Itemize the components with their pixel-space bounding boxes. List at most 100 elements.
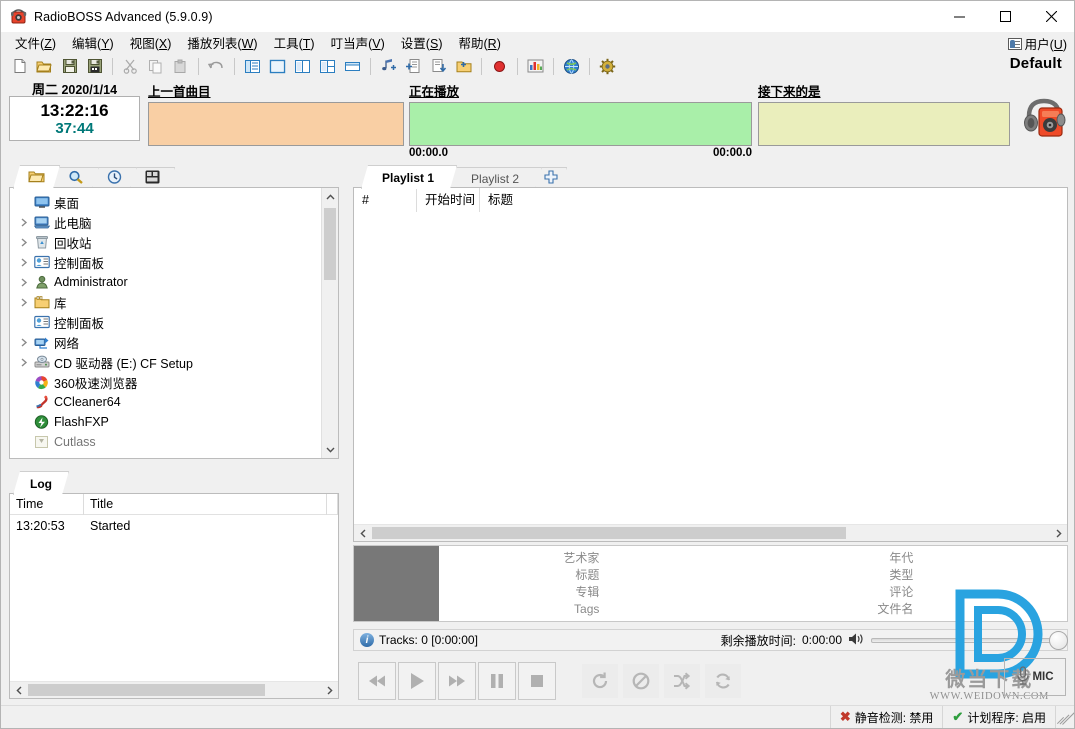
- scheduler-status[interactable]: ✔ 计划程序: 启用: [942, 705, 1055, 728]
- expand-chevron-icon[interactable]: [16, 297, 32, 307]
- layout-single-icon[interactable]: [266, 55, 289, 77]
- tree-vertical-scrollbar[interactable]: [321, 188, 338, 458]
- expand-chevron-icon[interactable]: [16, 257, 32, 267]
- repeat-all-button[interactable]: [705, 664, 741, 698]
- settings-gear-icon[interactable]: [596, 55, 619, 77]
- tree-item-this-pc[interactable]: 此电脑: [10, 212, 320, 232]
- playlist-panel[interactable]: # 开始时间 标题: [353, 187, 1068, 542]
- copy-icon[interactable]: [144, 55, 167, 77]
- scroll-down-button[interactable]: [322, 441, 338, 458]
- tab-search[interactable]: [53, 167, 99, 189]
- scroll-right-button[interactable]: [1050, 525, 1067, 541]
- repeat-one-button[interactable]: [582, 664, 618, 698]
- layout-bottom-icon[interactable]: [341, 55, 364, 77]
- now-playing-display[interactable]: [409, 102, 752, 146]
- insert-track-icon[interactable]: [427, 55, 450, 77]
- tree-item-360-browser[interactable]: 360极速浏览器: [10, 372, 320, 392]
- tree-item-cutlass[interactable]: Cutlass: [10, 432, 320, 452]
- menu-item-settings[interactable]: 设置(S): [393, 31, 451, 54]
- menu-item-edit[interactable]: 编辑(Y): [64, 31, 122, 54]
- clock-box[interactable]: 13:22:16 37:44: [9, 96, 140, 141]
- expand-chevron-icon[interactable]: [16, 237, 32, 247]
- menu-item-view[interactable]: 视图(X): [122, 31, 180, 54]
- tab-files[interactable]: [13, 165, 60, 189]
- layout-left-icon[interactable]: [241, 55, 264, 77]
- tree-item-library[interactable]: 库: [10, 292, 320, 312]
- playlist-col-number[interactable]: #: [354, 188, 417, 212]
- menu-item-file[interactable]: 文件(Z): [7, 31, 64, 54]
- tree-item-network[interactable]: 网络: [10, 332, 320, 352]
- scrollbar-thumb[interactable]: [372, 527, 846, 539]
- menu-item-jingles[interactable]: 叮当声(V): [323, 31, 393, 54]
- new-folder-icon[interactable]: [452, 55, 475, 77]
- next-track-display[interactable]: [758, 102, 1010, 146]
- resize-grip[interactable]: [1055, 705, 1074, 728]
- minimize-button[interactable]: [936, 1, 982, 32]
- log-panel[interactable]: Time Title 13:20:53 Started: [9, 493, 339, 699]
- log-col-time[interactable]: Time: [10, 494, 84, 515]
- add-track-icon[interactable]: [377, 55, 400, 77]
- log-col-extra[interactable]: [327, 494, 338, 515]
- tree-item-control-panel-2[interactable]: 控制面板: [10, 312, 320, 332]
- tree-item-desktop[interactable]: 桌面: [10, 192, 320, 212]
- volume-slider[interactable]: [871, 630, 1068, 650]
- expand-chevron-icon[interactable]: [16, 357, 32, 367]
- cut-icon[interactable]: [119, 55, 142, 77]
- tab-log[interactable]: Log: [13, 471, 69, 495]
- playlist-col-title[interactable]: 标题: [480, 188, 1067, 212]
- layout-grid-icon[interactable]: [316, 55, 339, 77]
- log-row[interactable]: 13:20:53 Started: [10, 515, 338, 537]
- playlist-col-starttime[interactable]: 开始时间: [417, 188, 480, 212]
- scrollbar-thumb[interactable]: [28, 684, 265, 696]
- tree-item-ccleaner[interactable]: CCleaner64: [10, 392, 320, 412]
- new-file-icon[interactable]: [8, 55, 31, 77]
- save-icon[interactable]: [58, 55, 81, 77]
- previous-button[interactable]: [358, 662, 396, 700]
- tab-playlist-1[interactable]: Playlist 1: [361, 165, 457, 189]
- tree-item-recycle-bin[interactable]: 回收站: [10, 232, 320, 252]
- previous-track-display[interactable]: [148, 102, 404, 146]
- statistics-icon[interactable]: [524, 55, 547, 77]
- maximize-button[interactable]: [982, 1, 1028, 32]
- undo-icon[interactable]: [205, 55, 228, 77]
- save-as-icon[interactable]: [83, 55, 106, 77]
- tree-item-flashfxp[interactable]: FlashFXP: [10, 412, 320, 432]
- expand-chevron-icon[interactable]: [16, 277, 32, 287]
- scroll-left-button[interactable]: [10, 682, 27, 698]
- menu-item-playlist[interactable]: 播放列表(W): [179, 31, 265, 54]
- open-folder-icon[interactable]: [33, 55, 56, 77]
- volume-slider-knob[interactable]: [1049, 630, 1068, 650]
- internet-icon[interactable]: [560, 55, 583, 77]
- menu-item-help[interactable]: 帮助(R): [450, 31, 508, 54]
- next-button[interactable]: [438, 662, 476, 700]
- tree-item-administrator[interactable]: Administrator: [10, 272, 320, 292]
- tab-playlist-2[interactable]: Playlist 2: [450, 167, 542, 189]
- play-button[interactable]: [398, 662, 436, 700]
- expand-chevron-icon[interactable]: [16, 217, 32, 227]
- tree-item-cd-drive[interactable]: CD 驱动器 (E:) CF Setup: [10, 352, 320, 372]
- expand-chevron-icon[interactable]: [16, 337, 32, 347]
- tab-history[interactable]: [92, 167, 137, 189]
- record-icon[interactable]: [488, 55, 511, 77]
- scroll-right-button[interactable]: [321, 682, 338, 698]
- add-playlist-icon[interactable]: [402, 55, 425, 77]
- log-col-title[interactable]: Title: [84, 494, 327, 515]
- pause-button[interactable]: [478, 662, 516, 700]
- disable-button[interactable]: [623, 664, 659, 698]
- paste-icon[interactable]: [169, 55, 192, 77]
- mic-button[interactable]: MIC: [1004, 658, 1066, 696]
- silence-detection-status[interactable]: ✖ 静音检测: 禁用: [829, 705, 943, 728]
- scroll-up-button[interactable]: [322, 188, 338, 205]
- scrollbar-thumb[interactable]: [324, 208, 336, 280]
- layout-columns-icon[interactable]: [291, 55, 314, 77]
- speaker-icon[interactable]: [848, 632, 865, 649]
- log-horizontal-scrollbar[interactable]: [10, 681, 338, 698]
- user-menu[interactable]: 用户(U): [1007, 34, 1067, 53]
- tree-item-control-panel[interactable]: 控制面板: [10, 252, 320, 272]
- shuffle-button[interactable]: [664, 664, 700, 698]
- close-button[interactable]: [1028, 1, 1074, 32]
- scroll-left-button[interactable]: [354, 525, 371, 541]
- tab-cartwall[interactable]: [130, 167, 175, 189]
- file-tree-panel[interactable]: 桌面 此电脑 回收站 控制面板 Administrator 库 控制面板 网络 …: [9, 187, 339, 459]
- menu-item-tools[interactable]: 工具(T): [266, 31, 323, 54]
